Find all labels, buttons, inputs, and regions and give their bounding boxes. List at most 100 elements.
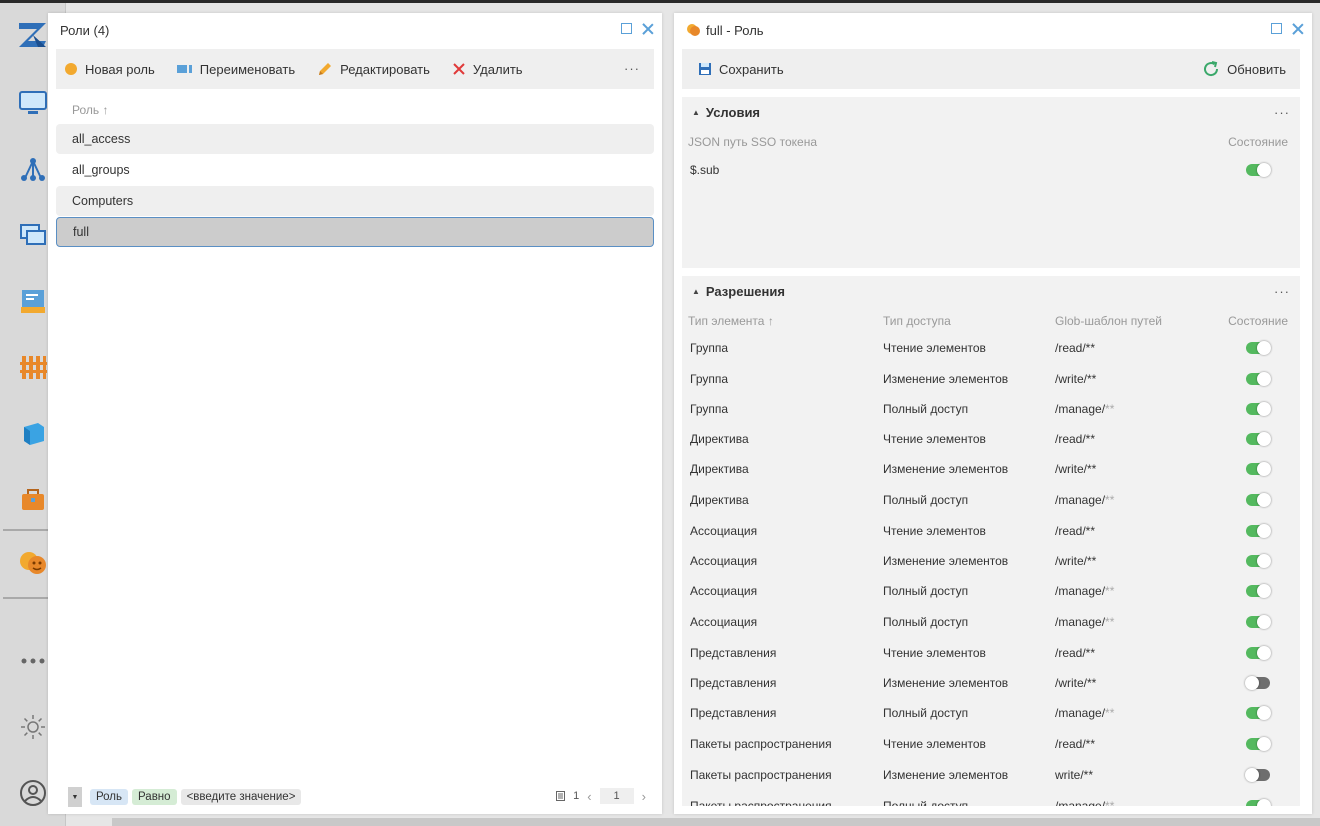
prev-page-icon[interactable]: ‹ (587, 789, 591, 804)
page-number-input[interactable]: 1 (599, 788, 634, 804)
permission-row[interactable]: Представления Полный доступ/manage/** (682, 698, 1300, 728)
element-type-column-header[interactable]: Тип элемента ↑ (688, 314, 774, 328)
element-type: Пакеты распространения (690, 768, 832, 782)
glob-pattern: /write/** (1055, 462, 1096, 476)
role-row[interactable]: Computers (56, 186, 654, 216)
glob-pattern-text: /write/** (1055, 372, 1097, 386)
glob-pattern: /manage/** (1055, 402, 1114, 416)
permission-row[interactable]: Ассоциация Чтение элементов/read/** (682, 516, 1300, 546)
permission-row[interactable]: Пакеты распространения Чтение элементов/r… (682, 729, 1300, 759)
rename-icon (176, 65, 192, 73)
permission-row[interactable]: Ассоциация Полный доступ/manage/** (682, 576, 1300, 606)
new-role-button[interactable]: Новая роль (64, 62, 155, 77)
filter-operator-chip[interactable]: Равно (132, 789, 177, 805)
permission-state-toggle[interactable] (1246, 554, 1271, 568)
permission-row[interactable]: Группа Полный доступ/manage/** (682, 394, 1300, 424)
permission-state-toggle[interactable] (1246, 799, 1271, 806)
glob-pattern-text: /read/** (1055, 341, 1096, 355)
element-type: Ассоциация (690, 524, 758, 538)
permission-state-toggle[interactable] (1246, 615, 1271, 629)
glob-pattern: /write/** (1055, 372, 1096, 386)
permission-state-toggle[interactable] (1246, 341, 1271, 355)
permission-state-toggle[interactable] (1246, 402, 1271, 416)
permission-state-toggle[interactable] (1246, 432, 1271, 446)
theater-masks-icon (687, 24, 700, 36)
permission-row[interactable]: Ассоциация Полный доступ/manage/** (682, 607, 1300, 637)
roles-panel-header: Роли (4) (48, 13, 662, 47)
glob-pattern: /read/** (1055, 737, 1095, 751)
roles-toolbar: Новая роль Переименовать Редактировать У… (56, 49, 654, 89)
close-icon[interactable] (642, 23, 654, 35)
role-row[interactable]: all_groups (56, 155, 654, 185)
permission-state-toggle[interactable] (1246, 706, 1271, 720)
role-column-header[interactable]: Роль ↑ (72, 103, 108, 117)
sso-path-column-header: JSON путь SSO токена (688, 135, 817, 149)
condition-path: $.sub (690, 163, 720, 177)
permission-row[interactable]: Группа Чтение элементов/read/** (682, 333, 1300, 363)
glob-pattern: /manage/** (1055, 584, 1114, 598)
permission-state-toggle[interactable] (1246, 737, 1271, 751)
collapse-caret-icon: ▲ (692, 287, 700, 296)
refresh-button[interactable]: Обновить (1202, 60, 1286, 78)
permission-row[interactable]: Группа Изменение элементов/write/** (682, 364, 1300, 394)
permission-row[interactable]: Директива Изменение элементов/write/** (682, 454, 1300, 484)
glob-pattern-suffix: ** (1105, 402, 1115, 416)
conditions-more-button[interactable]: ··· (1274, 105, 1290, 120)
conditions-title: Условия (705, 105, 761, 120)
access-type: Чтение элементов (883, 341, 986, 355)
permission-row[interactable]: Представления Чтение элементов/read/** (682, 638, 1300, 668)
delete-label: Удалить (472, 61, 523, 77)
role-row-selected[interactable]: full (56, 217, 654, 247)
maximize-icon[interactable] (621, 23, 632, 34)
glob-pattern: write/** (1055, 768, 1093, 782)
permission-row[interactable]: Пакеты распространения Полный доступ/mana… (682, 791, 1300, 806)
permission-state-toggle[interactable] (1246, 646, 1271, 660)
permissions-section-toggle[interactable]: ▲ Разрешения (692, 284, 785, 299)
role-row[interactable]: all_access (56, 124, 654, 154)
permission-row[interactable]: Директива Полный доступ/manage/** (682, 485, 1300, 515)
element-type: Представления (690, 646, 777, 660)
permission-state-toggle[interactable] (1246, 493, 1271, 507)
access-type: Изменение элементов (883, 676, 1009, 690)
next-page-icon[interactable]: › (642, 789, 646, 804)
permission-state-toggle[interactable] (1246, 524, 1271, 538)
rename-button[interactable]: Переименовать (176, 62, 295, 77)
glob-pattern-text: /manage/ (1055, 706, 1106, 720)
maximize-icon[interactable] (1271, 23, 1282, 34)
glob-pattern-text: /manage/ (1055, 584, 1106, 598)
glob-pattern-text: /manage/ (1055, 615, 1106, 629)
filter-dropdown[interactable]: ▼ (68, 787, 82, 807)
conditions-section-toggle[interactable]: ▲ Условия (692, 105, 760, 120)
save-button[interactable]: Сохранить (698, 62, 784, 77)
permission-state-toggle[interactable] (1246, 372, 1271, 386)
delete-icon (453, 63, 465, 75)
permission-state-toggle[interactable] (1246, 462, 1271, 476)
permission-row[interactable]: Ассоциация Изменение элементов/write/** (682, 546, 1300, 576)
element-type: Директива (690, 432, 749, 446)
close-icon[interactable] (1292, 23, 1304, 35)
delete-button[interactable]: Удалить (452, 62, 523, 77)
conditions-section: ▲ Условия ··· JSON путь SSO токена Состо… (682, 97, 1300, 268)
glob-pattern: /manage/** (1055, 706, 1114, 720)
filter-value-input[interactable]: <введите значение> (180, 789, 302, 805)
role-column-label: Роль (72, 103, 100, 117)
permission-state-toggle[interactable] (1245, 676, 1270, 690)
access-type-column-header: Тип доступа (883, 314, 951, 328)
glob-pattern-text: /read/** (1055, 737, 1096, 751)
permission-row[interactable]: Представления Изменение элементов/write/*… (682, 668, 1300, 698)
toolbar-more-button[interactable]: ··· (624, 61, 640, 76)
condition-state-column-header: Состояние (1228, 135, 1288, 149)
access-type: Полный доступ (883, 799, 969, 806)
sort-asc-icon: ↑ (767, 314, 774, 328)
permissions-more-button[interactable]: ··· (1274, 284, 1290, 299)
permission-row[interactable]: Пакеты распространения Изменение элементо… (682, 760, 1300, 790)
filter-field-chip[interactable]: Роль (90, 789, 129, 805)
permission-state-toggle[interactable] (1245, 768, 1270, 782)
access-type: Изменение элементов (883, 372, 1009, 386)
pages-icon (556, 791, 566, 801)
edit-button[interactable]: Редактировать (317, 61, 430, 77)
permission-state-toggle[interactable] (1246, 584, 1271, 598)
permission-row[interactable]: Директива Чтение элементов/read/** (682, 424, 1300, 454)
condition-state-toggle[interactable] (1246, 163, 1271, 177)
chevron-down-icon: ▼ (71, 793, 79, 801)
